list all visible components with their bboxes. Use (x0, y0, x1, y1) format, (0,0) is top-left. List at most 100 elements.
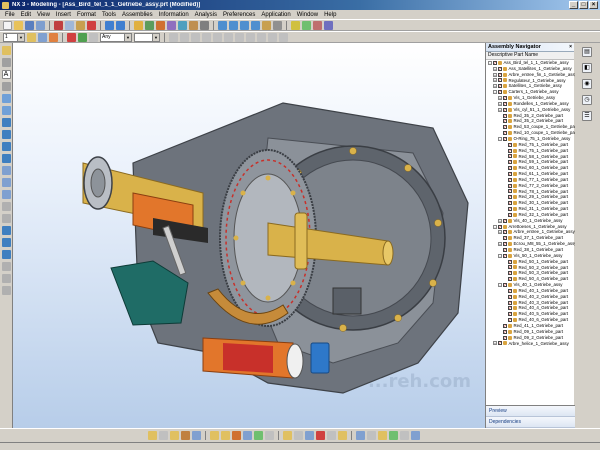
mate-component-icon[interactable] (232, 431, 241, 440)
shell-icon[interactable] (1, 214, 11, 223)
cone-icon[interactable] (1, 142, 11, 151)
reposition-icon[interactable] (243, 431, 252, 440)
zoom-window-icon[interactable] (170, 431, 179, 440)
visibility-checkbox[interactable] (503, 130, 507, 136)
assembly-navigator-tab-icon[interactable]: ▤ (582, 47, 592, 57)
tree-row[interactable]: + Arbre_helice_1_Getriebe_assy (486, 340, 575, 347)
datum-plane-icon[interactable] (1, 94, 11, 103)
new-file-icon[interactable] (3, 20, 12, 30)
snap-intersection-icon[interactable] (202, 32, 211, 42)
analysis-icon[interactable] (313, 20, 322, 30)
start-application-icon[interactable] (134, 20, 143, 30)
visibility-checkbox[interactable] (508, 276, 512, 282)
tree-expander-icon[interactable]: + (498, 218, 502, 223)
visibility-checkbox[interactable] (508, 148, 512, 153)
open-folder-icon[interactable] (14, 20, 23, 30)
edit-part-icon[interactable] (210, 431, 219, 440)
blend-icon[interactable] (189, 20, 198, 30)
intersect-icon[interactable] (1, 190, 11, 199)
copy-icon[interactable] (65, 20, 74, 30)
visibility-checkbox[interactable] (508, 212, 512, 218)
visibility-checkbox[interactable] (503, 241, 507, 247)
tree-expander-icon[interactable]: + (498, 242, 502, 247)
visibility-checkbox[interactable] (508, 153, 512, 159)
type-filter-combo[interactable]: Any ▼ (100, 32, 132, 42)
menu-edit[interactable]: Edit (18, 12, 34, 18)
preview-panel[interactable]: Preview (486, 406, 575, 417)
visibility-checkbox[interactable] (508, 142, 512, 148)
visibility-checkbox[interactable] (508, 259, 512, 264)
tree-expander-icon[interactable]: - (493, 224, 497, 229)
visibility-checkbox[interactable] (508, 305, 512, 311)
hole-icon[interactable] (178, 20, 187, 30)
visibility-checkbox[interactable] (503, 95, 507, 101)
visibility-checkbox[interactable] (508, 270, 512, 276)
draft-icon[interactable] (1, 286, 11, 295)
graphics-viewport[interactable]: ...reh.com (13, 43, 485, 428)
visibility-checkbox[interactable] (503, 253, 507, 259)
menu-format[interactable]: Format (74, 12, 99, 18)
navigator-column-header[interactable]: Descriptive Part Name (486, 52, 574, 60)
subtract-icon[interactable] (1, 178, 11, 187)
info-icon[interactable] (400, 431, 409, 440)
visibility-checkbox[interactable] (503, 235, 507, 241)
visibility-checkbox[interactable] (508, 300, 512, 305)
hide-component-icon[interactable] (316, 431, 325, 440)
shaded-icon[interactable] (262, 20, 271, 30)
visibility-checkbox[interactable] (498, 89, 502, 95)
tree-expander-icon[interactable]: + (498, 101, 502, 106)
section-view-icon[interactable] (181, 431, 190, 440)
visibility-checkbox[interactable] (508, 200, 512, 206)
snap-grid-icon[interactable] (246, 32, 255, 42)
tree-expander-icon[interactable]: + (498, 95, 502, 100)
arrangement-icon[interactable] (305, 431, 314, 440)
chamfer-icon[interactable] (200, 20, 209, 30)
mirror-icon[interactable] (1, 238, 11, 247)
fit-view-icon[interactable] (218, 20, 227, 30)
visibility-checkbox[interactable] (498, 66, 502, 72)
visibility-checkbox[interactable] (503, 118, 507, 124)
thread-icon[interactable] (1, 274, 11, 283)
filter-icon[interactable] (89, 32, 98, 42)
navigator-close-button[interactable]: × (569, 44, 572, 50)
block-icon[interactable] (1, 118, 11, 127)
menu-file[interactable]: File (2, 12, 18, 18)
tree-expander-icon[interactable]: - (498, 136, 502, 141)
tree-expander-icon[interactable]: + (498, 107, 502, 112)
unite-icon[interactable] (1, 166, 11, 175)
visibility-checkbox[interactable] (508, 183, 512, 188)
cut-icon[interactable] (54, 20, 63, 30)
tree-expander-icon[interactable]: - (488, 60, 492, 65)
measure-icon[interactable] (324, 20, 333, 30)
deselect-icon[interactable] (78, 32, 87, 42)
visibility-checkbox[interactable] (503, 229, 507, 235)
tree-expander-icon[interactable]: + (493, 341, 497, 346)
web-browser-tab-icon[interactable]: ◉ (582, 79, 592, 89)
menu-assemblies[interactable]: Assemblies (119, 12, 156, 18)
paste-icon[interactable] (76, 20, 85, 30)
visibility-checkbox[interactable] (508, 177, 512, 183)
sketch-icon[interactable] (145, 20, 154, 30)
visibility-checkbox[interactable] (508, 159, 512, 165)
snap-tangent-icon[interactable] (268, 32, 277, 42)
pan-icon[interactable] (251, 20, 260, 30)
visibility-checkbox[interactable] (508, 206, 512, 212)
history-tab-icon[interactable]: ◷ (582, 95, 592, 105)
visibility-checkbox[interactable] (503, 329, 507, 335)
menu-application[interactable]: Application (258, 12, 293, 18)
view-orient-icon[interactable] (38, 32, 47, 42)
wireframe-icon[interactable] (273, 20, 282, 30)
cylinder-icon[interactable] (1, 130, 11, 139)
snap-face-icon[interactable] (235, 32, 244, 42)
work-layer-icon[interactable] (27, 32, 36, 42)
menu-view[interactable]: View (34, 12, 53, 18)
tree-expander-icon[interactable]: + (498, 230, 502, 235)
visibility-checkbox[interactable] (503, 136, 507, 142)
menu-help[interactable]: Help (321, 12, 339, 18)
print-icon[interactable] (36, 20, 45, 30)
visibility-checkbox[interactable] (498, 83, 502, 89)
menu-information[interactable]: Information (156, 12, 192, 18)
menu-tools[interactable]: Tools (99, 12, 119, 18)
visibility-checkbox[interactable] (508, 311, 512, 317)
maximize-button[interactable]: □ (579, 1, 588, 9)
